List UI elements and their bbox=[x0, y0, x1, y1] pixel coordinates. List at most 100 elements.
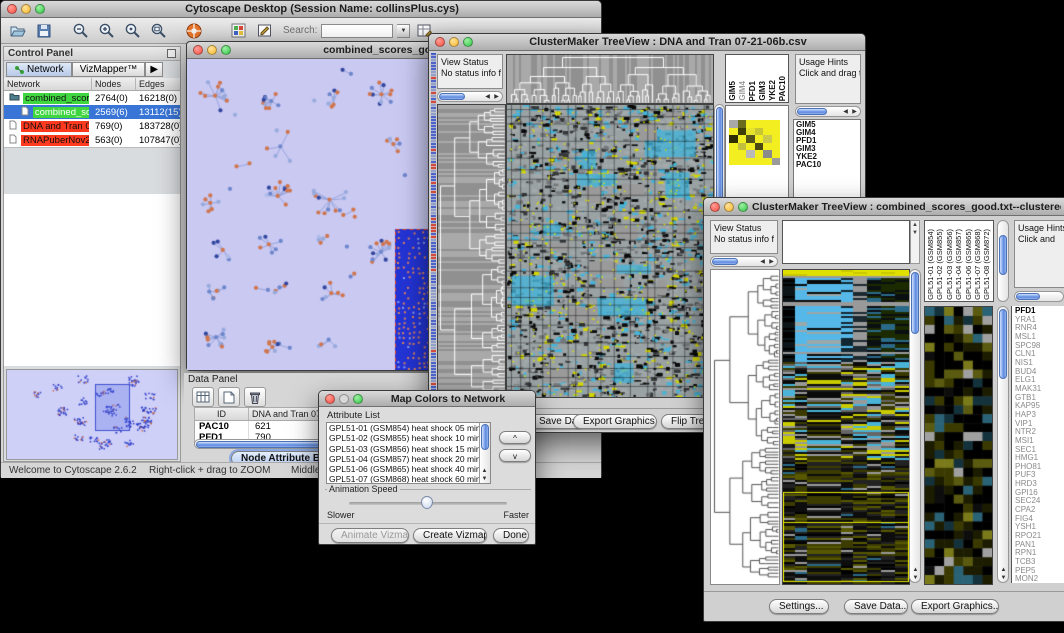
row-label[interactable]: PAC10 bbox=[796, 161, 858, 169]
treeview2-main-heatmap[interactable] bbox=[782, 269, 910, 585]
network-table-row[interactable]: DNA and Tran 07769(0)183728(0) bbox=[4, 119, 180, 133]
speed-slider-knob[interactable] bbox=[421, 496, 433, 509]
scrollbar-thumb[interactable] bbox=[439, 93, 465, 100]
export-graphics--button[interactable]: Export Graphics... bbox=[911, 599, 999, 614]
plugin-palette-icon[interactable] bbox=[227, 21, 249, 41]
scroll-left-icon[interactable]: ◀ bbox=[483, 94, 492, 100]
minimize-icon[interactable] bbox=[449, 37, 459, 47]
close-icon[interactable] bbox=[710, 202, 720, 212]
treeview1-row-dendrogram[interactable] bbox=[437, 104, 506, 398]
treeview2-titlebar[interactable]: ClusterMaker TreeView : combined_scores_… bbox=[704, 198, 1064, 216]
birdseye-view[interactable] bbox=[6, 369, 178, 460]
search-input[interactable] bbox=[321, 24, 393, 38]
column-label[interactable]: GIM3 bbox=[758, 81, 767, 101]
scroll-left-icon[interactable]: ◀ bbox=[841, 109, 850, 115]
zoom-window-icon[interactable] bbox=[353, 394, 363, 404]
save-data--button[interactable]: Save Data... bbox=[844, 599, 908, 614]
column-label[interactable]: PFD1 bbox=[748, 81, 757, 101]
minimize-icon[interactable] bbox=[339, 394, 349, 404]
animate-vizmap-button[interactable]: Animate Vizmap bbox=[331, 528, 409, 543]
attribute-list-item[interactable]: GPL51-04 (GSM857) heat shock 20 min bbox=[327, 454, 490, 464]
done-button[interactable]: Done bbox=[493, 528, 529, 543]
export-graphics--button[interactable]: Export Graphics... bbox=[573, 414, 657, 429]
treeview1-column-dendrogram[interactable] bbox=[506, 54, 714, 104]
scroll-right-icon[interactable]: ▶ bbox=[850, 109, 859, 115]
treeview1-titlebar[interactable]: ClusterMaker TreeView : DNA and Tran 07-… bbox=[429, 34, 865, 51]
close-icon[interactable] bbox=[435, 37, 445, 47]
scrollbar-thumb[interactable] bbox=[712, 258, 738, 265]
treeview2-zoom-vscrollbar[interactable]: ▲ ▼ bbox=[997, 306, 1009, 583]
close-icon[interactable] bbox=[325, 394, 335, 404]
treeview1-zoom-heatmap[interactable] bbox=[729, 120, 780, 165]
tab-vizmapper[interactable]: VizMapper™ bbox=[72, 62, 146, 77]
move-up-button[interactable]: ^ bbox=[499, 431, 531, 444]
search-dropdown-icon[interactable]: ▼ bbox=[397, 24, 410, 38]
minimize-icon[interactable] bbox=[207, 45, 217, 55]
scrollbar-thumb[interactable] bbox=[911, 272, 919, 334]
treeview1-column-labels[interactable]: GIM5GIM4PFD1GIM3YKE2PAC10 bbox=[725, 54, 789, 103]
zoom-out-icon[interactable] bbox=[69, 21, 91, 41]
column-label[interactable]: GPL51-04 (GSM857) bbox=[954, 229, 963, 300]
scrollbar-thumb[interactable] bbox=[481, 424, 489, 450]
attribute-list-item[interactable]: GPL51-01 (GSM854) heat shock 05 min bbox=[327, 423, 490, 433]
treeview1-main-heatmap[interactable] bbox=[506, 104, 714, 398]
column-label[interactable]: GPL51-01 (GSM854) bbox=[926, 229, 935, 300]
scroll-left-icon[interactable]: ◀ bbox=[758, 259, 767, 265]
dialog-titlebar[interactable]: Map Colors to Network bbox=[319, 391, 535, 407]
treeview2-row-dendrogram[interactable] bbox=[710, 269, 780, 585]
network-table-row[interactable]: combined_sco2569(6)13112(15) bbox=[4, 105, 180, 119]
settings--button[interactable]: Settings... bbox=[769, 599, 829, 614]
new-document-icon[interactable] bbox=[218, 387, 240, 407]
attribute-list-item[interactable]: GPL51-07 (GSM868) heat shock 60 min bbox=[327, 474, 490, 484]
treeview2-status-hscrollbar[interactable]: ◀ ▶ bbox=[710, 256, 778, 267]
zoom-window-icon[interactable] bbox=[738, 202, 748, 212]
create-vizmap-button[interactable]: Create Vizmap bbox=[413, 528, 487, 543]
open-folder-icon[interactable] bbox=[7, 21, 29, 41]
column-label[interactable]: GPL51-03 (GSM856) bbox=[945, 229, 954, 300]
treeview2-coldendro-scroll[interactable]: ▲▼ bbox=[910, 220, 920, 264]
treeview1-status-hscrollbar[interactable]: ◀ ▶ bbox=[437, 91, 503, 102]
treeview2-column-dendrogram[interactable] bbox=[782, 220, 910, 264]
treeview1-hints-hscrollbar[interactable]: ◀ ▶ bbox=[795, 106, 861, 117]
column-label[interactable]: PAC10 bbox=[778, 76, 787, 101]
treeview2-zoom-heatmap[interactable] bbox=[924, 306, 993, 585]
float-panel-icon[interactable] bbox=[167, 49, 176, 58]
zoom-fit-icon[interactable] bbox=[147, 21, 169, 41]
birdseye-canvas[interactable] bbox=[7, 370, 177, 459]
help-lifering-icon[interactable] bbox=[183, 21, 205, 41]
attribute-list-item[interactable]: GPL51-06 (GSM865) heat shock 40 min bbox=[327, 464, 490, 474]
scrollbar-thumb[interactable] bbox=[1016, 293, 1040, 300]
scrollbar-thumb[interactable] bbox=[999, 235, 1007, 275]
scroll-up-icon[interactable]: ▲ bbox=[480, 468, 489, 474]
close-icon[interactable] bbox=[193, 45, 203, 55]
trash-icon[interactable] bbox=[244, 387, 266, 407]
table-icon[interactable] bbox=[192, 387, 214, 407]
tab-overflow-arrow[interactable]: ▶ bbox=[145, 62, 163, 77]
treeview2-collabel-vscrollbar[interactable] bbox=[997, 220, 1009, 302]
scroll-right-icon[interactable]: ▶ bbox=[767, 259, 776, 265]
minimize-icon[interactable] bbox=[21, 4, 31, 14]
network-table-row[interactable]: RNAPuberNov2+563(0)107847(0) bbox=[4, 133, 180, 147]
scroll-down-icon[interactable]: ▼ bbox=[480, 476, 489, 482]
zoom-window-icon[interactable] bbox=[463, 37, 473, 47]
zoom-window-icon[interactable] bbox=[35, 4, 45, 14]
zoom-window-icon[interactable] bbox=[221, 45, 231, 55]
attribute-list-item[interactable]: GPL51-03 (GSM856) heat shock 15 min bbox=[327, 444, 490, 454]
save-icon[interactable] bbox=[33, 21, 55, 41]
scrollbar-thumb[interactable] bbox=[797, 108, 827, 115]
tab-network[interactable]: Network bbox=[6, 62, 72, 77]
attribute-list[interactable]: GPL51-01 (GSM854) heat shock 05 min GPL51… bbox=[326, 422, 491, 484]
scroll-up-icon[interactable]: ▲ bbox=[911, 567, 920, 573]
treeview2-column-labels[interactable]: GPL51-01 (GSM854)GPL51-02 (GSM855)GPL51-… bbox=[924, 220, 994, 302]
main-titlebar[interactable]: Cytoscape Desktop (Session Name: collins… bbox=[1, 1, 601, 18]
scroll-down-icon[interactable]: ▼ bbox=[999, 575, 1008, 581]
zoom-in-icon[interactable] bbox=[95, 21, 117, 41]
minimize-icon[interactable] bbox=[724, 202, 734, 212]
network-table-row[interactable]: combined_scores2764(0)16218(0) bbox=[4, 91, 180, 105]
move-down-button[interactable]: v bbox=[499, 449, 531, 462]
treeview2-hints-hscrollbar[interactable] bbox=[1014, 291, 1064, 302]
scroll-down-icon[interactable]: ▼ bbox=[911, 575, 920, 581]
column-label[interactable]: GPL51-08 (GSM872) bbox=[982, 229, 991, 300]
treeview2-heatmap-vscrollbar[interactable]: ▲ ▼ bbox=[909, 269, 921, 583]
zoom-selected-icon[interactable] bbox=[121, 21, 143, 41]
